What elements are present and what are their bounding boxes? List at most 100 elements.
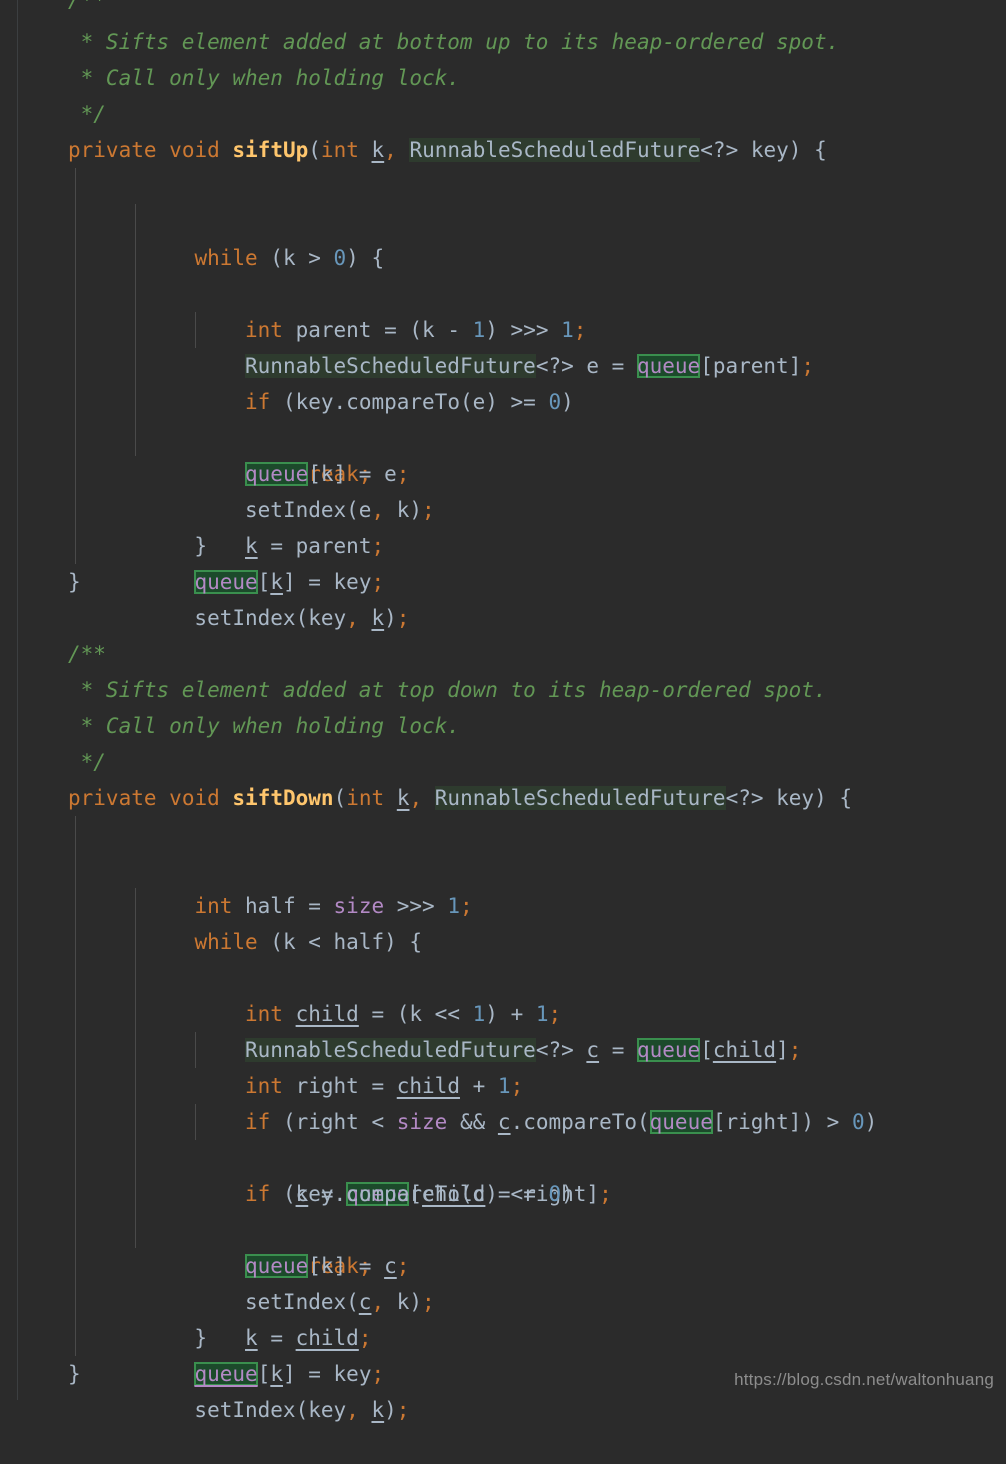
code-line[interactable]: * Sifts element added at top down to its… (0, 672, 1006, 708)
indent-guide (75, 960, 76, 996)
code-line[interactable]: * Call only when holding lock. (0, 60, 1006, 96)
indent-guide (75, 1284, 76, 1320)
code-line[interactable]: setIndex(key, k); (0, 1320, 1006, 1422)
code-line[interactable]: RunnableScheduledFuture<?> e = queue[par… (0, 240, 1006, 378)
code-line[interactable]: */ (0, 744, 1006, 780)
token-keyword: void (169, 786, 220, 810)
watermark-url: https://blog.csdn.net/waltonhuang (734, 1370, 994, 1389)
indent-guide (135, 1068, 136, 1104)
code-line[interactable]: break; (0, 312, 1006, 486)
code-line[interactable]: if (key.compareTo(e) >= 0) (0, 276, 1006, 414)
code-line[interactable]: int half = size >>> 1; (0, 816, 1006, 918)
indent-guide (135, 312, 136, 348)
code-content[interactable]: /** * Sifts element added at bottom up t… (0, 0, 1006, 1422)
code-line[interactable]: c = queue[child = right]; (0, 1032, 1006, 1206)
code-line[interactable]: setIndex(key, k); (0, 528, 1006, 630)
indent-guide (195, 312, 196, 348)
indent-guide (75, 996, 76, 1032)
token-keyword: private (68, 786, 157, 810)
token-method-name: siftDown (232, 786, 334, 810)
code-line[interactable]: private void siftDown(int k, RunnableSch… (0, 780, 1006, 816)
indent-guide (75, 456, 76, 492)
code-line[interactable]: queue[k] = c; (0, 1140, 1006, 1278)
indent-guide (75, 1104, 76, 1140)
indent-guide (75, 1176, 76, 1212)
code-line[interactable]: } (0, 456, 1006, 558)
token-keyword: int (346, 786, 385, 810)
indent-guide (75, 348, 76, 384)
token-keyword: int (320, 138, 359, 162)
code-line[interactable]: queue[k] = key; (0, 492, 1006, 594)
indent-guide (135, 384, 136, 420)
token-comment: * Sifts element added at top down to its… (68, 678, 827, 702)
indent-guide (135, 888, 136, 924)
token-comment: * Call only when holding lock. (68, 66, 460, 90)
code-line[interactable]: */ (0, 96, 1006, 132)
code-line[interactable]: while (k < half) { (0, 852, 1006, 954)
indent-guide (75, 1212, 76, 1248)
code-line[interactable]: /** (0, 636, 1006, 672)
code-line[interactable]: int parent = (k - 1) >>> 1; (0, 204, 1006, 342)
indent-guide (75, 852, 76, 888)
indent-guide (135, 1140, 136, 1176)
indent-guide (135, 924, 136, 960)
code-line[interactable]: } (0, 1248, 1006, 1350)
indent-guide (75, 276, 76, 312)
indent-guide (135, 420, 136, 456)
indent-guide (195, 1032, 196, 1068)
indent-guide (75, 528, 76, 564)
code-line-blank[interactable] (0, 600, 1006, 636)
indent-guide (75, 1140, 76, 1176)
token-keyword: private (68, 138, 157, 162)
token-comment: */ (68, 102, 106, 126)
indent-guide (75, 888, 76, 924)
indent-guide (75, 204, 76, 240)
indent-guide (135, 276, 136, 312)
token-highlighted-type: RunnableScheduledFuture (434, 786, 726, 810)
token-comment: /** (68, 0, 106, 12)
code-line[interactable]: if (key.compareTo(c) <= 0) (0, 1068, 1006, 1206)
indent-guide (75, 420, 76, 456)
indent-guide (75, 816, 76, 852)
token-comment: * Sifts element added at bottom up to it… (68, 30, 840, 54)
token-local-var: k (396, 786, 410, 810)
code-line[interactable]: k = child; (0, 1212, 1006, 1350)
code-line[interactable]: k = parent; (0, 420, 1006, 558)
code-line[interactable]: int right = child + 1; (0, 960, 1006, 1098)
code-line[interactable]: queue[k] = key; (0, 1284, 1006, 1386)
token-comment: * Call only when holding lock. (68, 714, 460, 738)
indent-guide (135, 1212, 136, 1248)
code-line[interactable]: int child = (k << 1) + 1; (0, 888, 1006, 1026)
indent-guide (75, 240, 76, 276)
token-comment: */ (68, 750, 106, 774)
token-local-var: k (371, 138, 385, 162)
code-line[interactable]: while (k > 0) { (0, 168, 1006, 270)
code-line[interactable]: * Sifts element added at bottom up to it… (0, 24, 1006, 60)
code-editor-pane[interactable]: /** * Sifts element added at bottom up t… (0, 0, 1006, 1422)
indent-guide (135, 1104, 136, 1140)
code-line[interactable]: /** (0, 0, 1006, 24)
code-line[interactable]: RunnableScheduledFuture<?> c = queue[chi… (0, 924, 1006, 1062)
indent-guide (75, 312, 76, 348)
indent-guide (75, 1248, 76, 1284)
code-line[interactable]: break; (0, 1104, 1006, 1278)
indent-guide (75, 924, 76, 960)
token-comment: /** (68, 642, 106, 666)
code-line[interactable]: if (right < size && c.compareTo(queue[ri… (0, 996, 1006, 1134)
indent-guide (135, 204, 136, 240)
indent-guide (135, 996, 136, 1032)
code-line[interactable]: setIndex(c, k); (0, 1176, 1006, 1314)
indent-guide (75, 1068, 76, 1104)
indent-guide (135, 348, 136, 384)
indent-guide (75, 1320, 76, 1356)
code-line[interactable]: * Call only when holding lock. (0, 708, 1006, 744)
indent-guide (135, 240, 136, 276)
token-highlighted-type: RunnableScheduledFuture (409, 138, 701, 162)
code-line[interactable]: setIndex(e, k); (0, 384, 1006, 522)
code-line[interactable]: private void siftUp(int k, RunnableSched… (0, 132, 1006, 168)
token-keyword: void (169, 138, 220, 162)
indent-guide (195, 1104, 196, 1140)
code-line[interactable]: } (0, 564, 1006, 600)
code-line[interactable]: queue[k] = e; (0, 348, 1006, 486)
indent-guide (75, 384, 76, 420)
